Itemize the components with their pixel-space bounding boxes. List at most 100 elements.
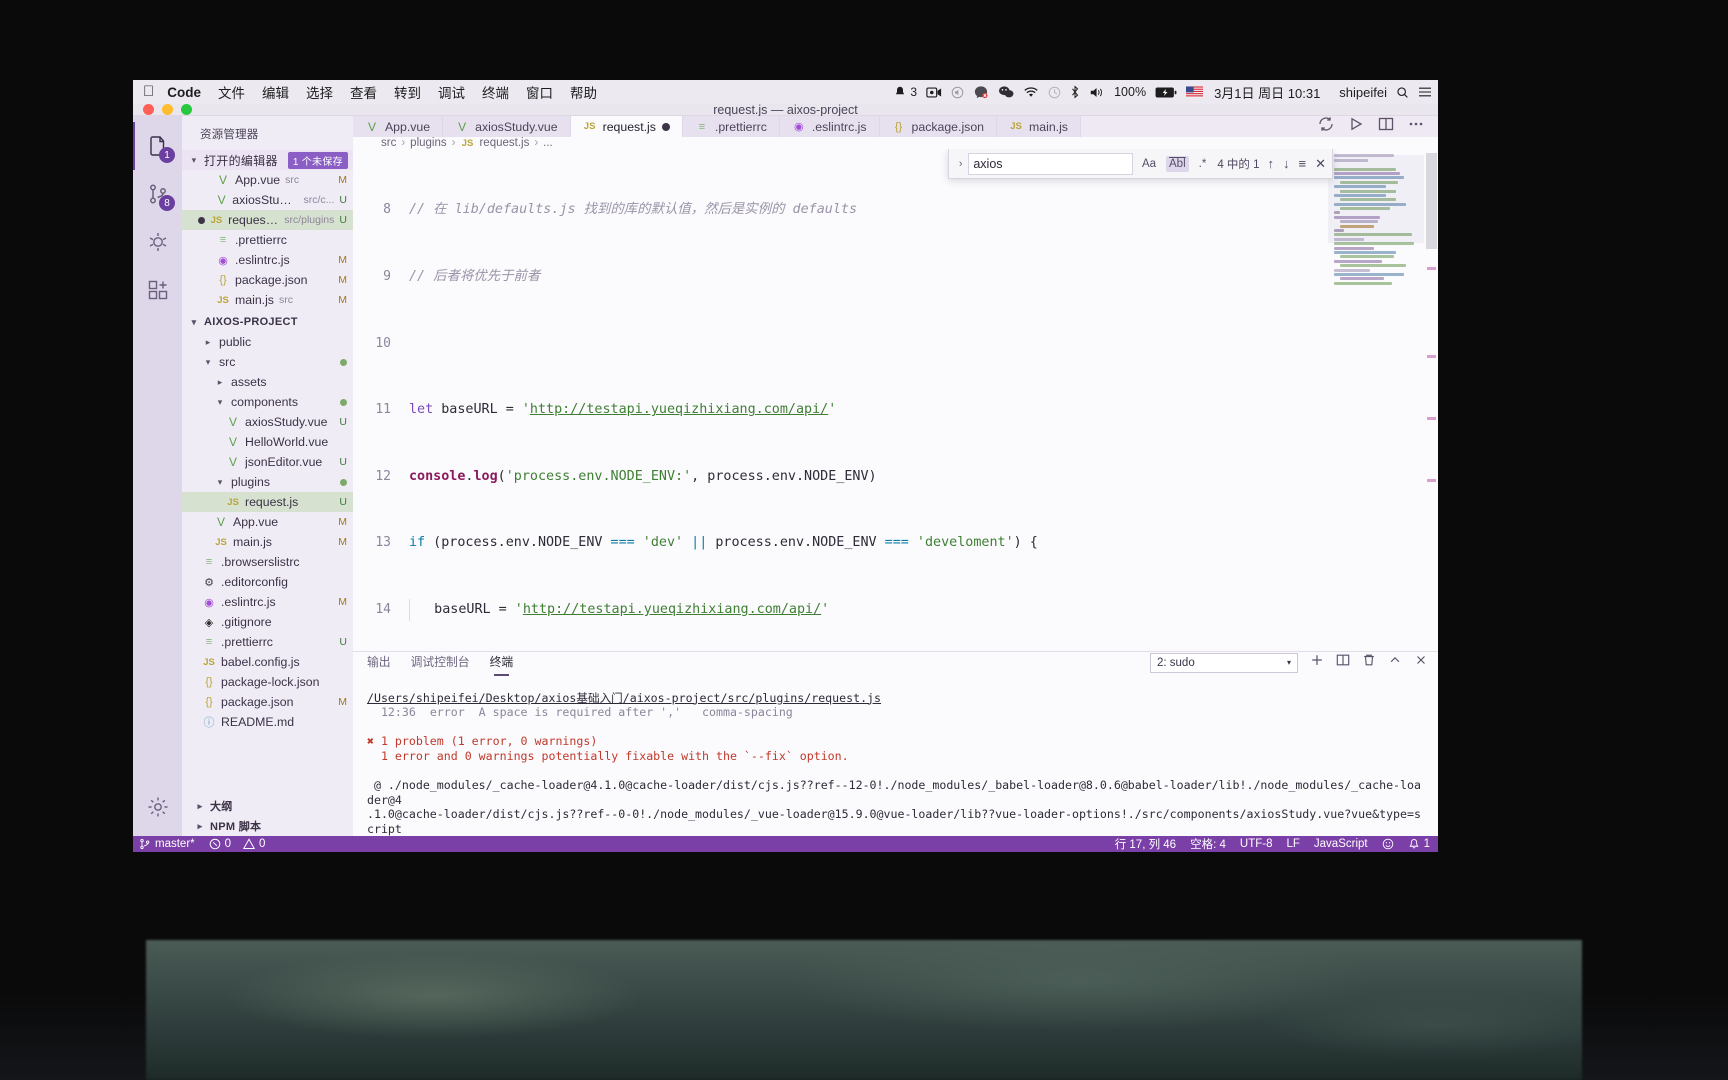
menu-item-view[interactable]: 查看 (350, 82, 377, 102)
input-source-flag-icon[interactable] (1186, 85, 1204, 100)
section-outline[interactable]: ▸ 大纲 (182, 796, 353, 816)
menu-item-terminal[interactable]: 终端 (482, 82, 509, 102)
regex-option[interactable]: .* (1196, 156, 1210, 172)
split-terminal-icon[interactable] (1336, 653, 1350, 672)
breadcrumb-symbol[interactable]: ... (543, 137, 553, 149)
close-find-icon[interactable]: ✕ (1315, 157, 1326, 170)
menu-item-window[interactable]: 窗口 (526, 82, 553, 102)
toggle-replace-icon[interactable]: › (953, 158, 968, 170)
panel-tab-output[interactable]: 输出 (367, 653, 391, 672)
find-previous-icon[interactable]: ↑ (1268, 157, 1275, 170)
wifi-icon[interactable] (1023, 85, 1039, 100)
find-in-selection-icon[interactable]: ≡ (1299, 157, 1307, 170)
tab-main-js[interactable]: JS main.js (997, 116, 1081, 137)
tree-folder-components[interactable]: ▾ components (182, 392, 353, 412)
tree-file-editorconfig[interactable]: ⚙ .editorconfig (182, 572, 353, 592)
menubar-clock[interactable]: 3月1日 周日 10:31 (1214, 83, 1320, 102)
bell-icon[interactable] (894, 85, 906, 100)
terminal-output[interactable]: /Users/shipeifei/Desktop/axios基础入门/aixos… (353, 674, 1438, 836)
tab-axiosstudy-vue[interactable]: V axiosStudy.vue (443, 116, 571, 137)
tree-file-browserslistrc[interactable]: ≡ .browserslistrc (182, 552, 353, 572)
find-input-wrapper[interactable] (968, 152, 1133, 175)
section-project-root[interactable]: ▾ AIXOS-PROJECT (182, 312, 353, 332)
breadcrumb-plugins[interactable]: plugins (410, 137, 446, 149)
open-editor-row[interactable]: V axiosStudy.vue src/c... U (182, 190, 353, 210)
run-icon[interactable] (1348, 116, 1364, 137)
menu-item-help[interactable]: 帮助 (570, 82, 597, 102)
status-branch[interactable]: master* (139, 838, 195, 850)
tab-prettierrc[interactable]: ≡ .prettierrc (682, 116, 780, 137)
status-language-mode[interactable]: JavaScript (1314, 838, 1368, 850)
more-actions-icon[interactable] (1408, 116, 1424, 137)
section-npm-scripts[interactable]: ▸ NPM 脚本 (182, 816, 353, 836)
menu-item-edit[interactable]: 编辑 (262, 82, 289, 102)
activitybar-settings[interactable] (133, 788, 182, 836)
panel-tab-terminal[interactable]: 终端 (490, 653, 513, 677)
tree-folder-public[interactable]: ▸ public (182, 332, 353, 352)
match-case-option[interactable]: Aa (1139, 156, 1159, 172)
open-editor-row[interactable]: {} package.json M (182, 270, 353, 290)
whole-word-option[interactable]: Abl (1166, 155, 1189, 172)
close-panel-icon[interactable] (1414, 653, 1428, 672)
tree-file-eslintrc[interactable]: ◉ .eslintrc.js M (182, 592, 353, 612)
open-editor-row[interactable]: V App.vue src M (182, 170, 353, 190)
tree-file-gitignore[interactable]: ◈ .gitignore (182, 612, 353, 632)
tree-folder-plugins[interactable]: ▾ plugins (182, 472, 353, 492)
tree-file-request-selected[interactable]: JS request.js U (182, 492, 353, 512)
status-eol[interactable]: LF (1286, 838, 1299, 850)
activitybar-debug[interactable] (133, 218, 182, 266)
tree-file-jsoneditor[interactable]: V jsonEditor.vue U (182, 452, 353, 472)
apple-logo-icon[interactable]:  (143, 84, 154, 101)
menu-item-select[interactable]: 选择 (306, 82, 333, 102)
split-editor-icon[interactable] (1378, 116, 1394, 137)
open-editor-row-selected[interactable]: JS request.js src/plugins U (182, 210, 353, 230)
code-content[interactable]: 8 // 在 lib/defaults.js 找到的库的默认值，然后是实例的 de… (353, 149, 1438, 651)
kill-terminal-icon[interactable] (1362, 653, 1376, 672)
terminal-selector[interactable]: 2: sudo ▾ (1150, 652, 1298, 673)
open-editor-row[interactable]: ◉ .eslintrc.js M (182, 250, 353, 270)
menu-item-code[interactable]: Code (167, 85, 201, 100)
breadcrumb-file[interactable]: request.js (479, 137, 529, 149)
tab-request-js[interactable]: JS request.js (570, 116, 683, 137)
tree-file-helloworld[interactable]: V HelloWorld.vue (182, 432, 353, 452)
section-open-editors[interactable]: ▾ 打开的编辑器 1 个未保存 (182, 150, 353, 170)
status-notifications[interactable]: 1 (1408, 838, 1430, 850)
status-feedback[interactable] (1382, 838, 1394, 850)
find-input[interactable] (973, 156, 1128, 171)
screen-record-icon[interactable] (926, 85, 942, 100)
tree-file-appvue[interactable]: V App.vue M (182, 512, 353, 532)
battery-icon[interactable] (1155, 85, 1177, 100)
panel-tab-debug-console[interactable]: 调试控制台 (411, 653, 470, 672)
activitybar-explorer[interactable]: 1 (133, 122, 182, 170)
menu-item-file[interactable]: 文件 (218, 82, 245, 102)
new-terminal-icon[interactable] (1310, 653, 1324, 672)
activitybar-source-control[interactable]: 8 (133, 170, 182, 218)
volume-icon[interactable] (1089, 85, 1105, 100)
menubar-username[interactable]: shipeifei (1339, 85, 1387, 100)
status-indentation[interactable]: 空格: 4 (1190, 836, 1226, 852)
tab-app-vue[interactable]: V App.vue (352, 116, 444, 137)
volume-mute-icon[interactable] (951, 85, 964, 100)
tree-file-babelconfig[interactable]: JS babel.config.js (182, 652, 353, 672)
unsaved-dot-icon[interactable] (661, 122, 670, 131)
tab-eslintrc-js[interactable]: ◉ .eslintrc.js (779, 116, 880, 137)
menu-item-debug[interactable]: 调试 (438, 82, 465, 102)
code-editor[interactable]: › Aa Abl .* 4 中的 1 ↑ ↓ ≡ ✕ (352, 149, 1438, 651)
shadowsocks-icon[interactable] (973, 85, 989, 100)
sync-icon[interactable] (1318, 116, 1334, 137)
terminal-line-path[interactable]: /Users/shipeifei/Desktop/axios基础入门/aixos… (367, 691, 881, 705)
find-next-icon[interactable]: ↓ (1283, 157, 1290, 170)
wechat-icon[interactable] (998, 85, 1014, 100)
tree-file-packagejson[interactable]: {} package.json M (182, 692, 353, 712)
status-encoding[interactable]: UTF-8 (1240, 838, 1273, 850)
status-problems[interactable]: 0 0 (209, 838, 265, 850)
timemachine-icon[interactable] (1048, 85, 1061, 100)
status-cursor-position[interactable]: 行 17, 列 46 (1115, 836, 1176, 852)
control-center-icon[interactable] (1418, 85, 1432, 100)
tree-folder-assets[interactable]: ▸ assets (182, 372, 353, 392)
tab-package-json[interactable]: {} package.json (879, 116, 997, 137)
tree-file-axiosstudy[interactable]: V axiosStudy.vue U (182, 412, 353, 432)
tree-file-packagelock[interactable]: {} package-lock.json (182, 672, 353, 692)
maximize-panel-icon[interactable] (1388, 653, 1402, 672)
tree-file-readme[interactable]: ⓘ README.md (182, 712, 353, 732)
